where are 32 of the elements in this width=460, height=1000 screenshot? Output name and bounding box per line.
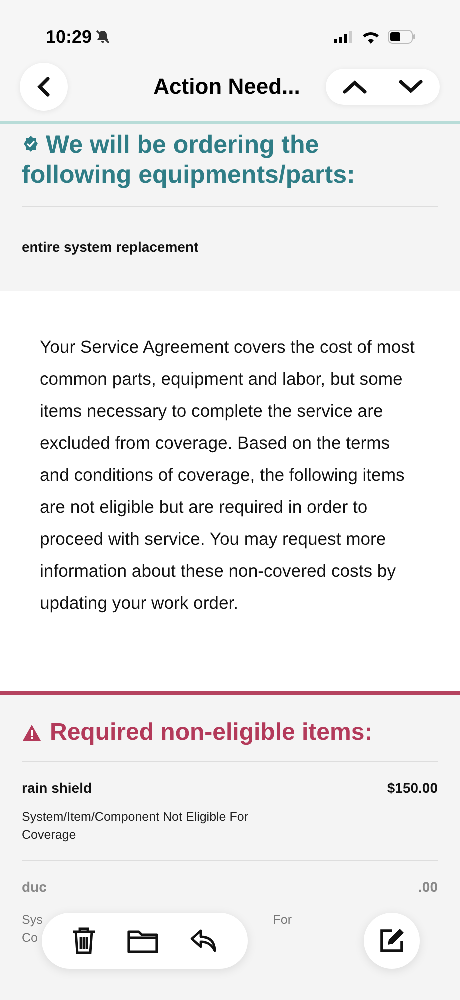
warning-icon xyxy=(22,724,42,742)
previous-button[interactable] xyxy=(342,78,368,94)
item-price: .00 xyxy=(418,879,438,895)
chevron-up-icon xyxy=(342,78,368,94)
next-button[interactable] xyxy=(398,78,424,94)
delete-button[interactable] xyxy=(71,926,97,956)
verified-badge-icon xyxy=(22,135,40,153)
reply-button[interactable] xyxy=(189,928,219,954)
clock-time: 10:29 xyxy=(46,26,112,48)
reply-icon xyxy=(189,928,219,954)
signal-icon xyxy=(334,31,354,43)
item-price: $150.00 xyxy=(387,780,438,796)
folder-button[interactable] xyxy=(127,928,159,954)
item-description: System/Item/Component Not Eligible For Coverage xyxy=(22,809,250,844)
item-name: rain shield xyxy=(22,780,92,796)
page-title: Action Need... xyxy=(154,74,300,100)
back-button[interactable] xyxy=(20,62,68,110)
battery-icon xyxy=(388,30,416,44)
item-name: duc xyxy=(22,879,47,895)
folder-icon xyxy=(127,928,159,954)
wifi-icon xyxy=(362,30,380,44)
pencil-square-icon xyxy=(378,927,406,955)
item-description: Co xyxy=(22,930,38,947)
chevron-left-icon xyxy=(36,76,52,98)
item-description: For xyxy=(273,912,292,929)
trash-icon xyxy=(71,926,97,956)
section-heading: We will be ordering the following equipments/parts: xyxy=(22,130,438,207)
item-description: Sys xyxy=(22,912,43,929)
heading-text: Required non-eligible items: xyxy=(50,719,373,747)
part-name: entire system replacement xyxy=(22,238,200,255)
chevron-down-icon xyxy=(398,78,424,94)
coverage-notice: Your Service Agreement covers the cost of most common parts, equipment and labor, but some items necessary to complete the service are excluded from coverage. Based on the terms and conditions of coverage, the following items are not eligible but are required in order to proceed with service. You may request more information about these non-covered costs by updating your work order. xyxy=(39,336,416,615)
